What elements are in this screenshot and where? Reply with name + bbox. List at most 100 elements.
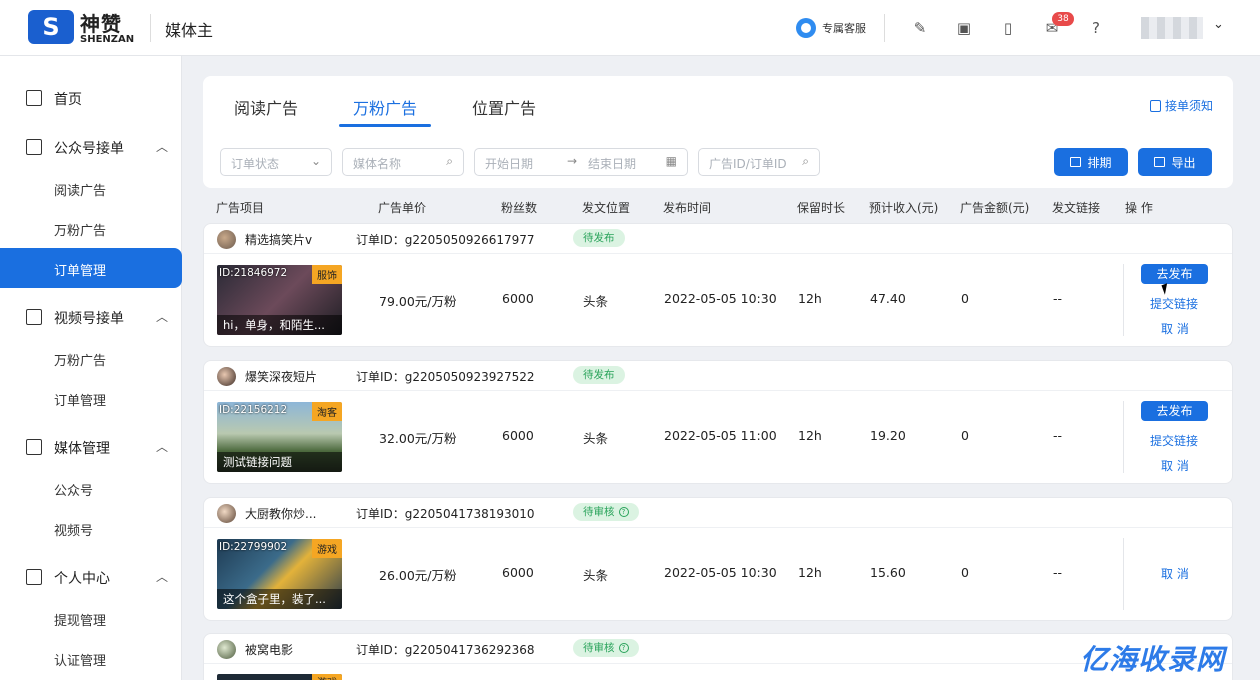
chevron-up-icon: ︿	[156, 440, 169, 454]
sidebar-item-read-ads[interactable]: 阅读广告	[0, 168, 182, 208]
est-income: 19.20	[870, 428, 906, 443]
tab-read-ads[interactable]: 阅读广告	[234, 95, 298, 119]
feather-icon[interactable]: ✎	[909, 17, 931, 39]
submit-link-button[interactable]: 提交链接	[1150, 295, 1198, 312]
sidebar-group-media[interactable]: 媒体管理 ︿	[0, 427, 182, 467]
date-range-picker[interactable]: 开始日期 → 结束日期 ▦	[474, 148, 688, 176]
ad-category-tag: 游戏	[312, 674, 342, 680]
sidebar-item-label: 阅读广告	[54, 184, 107, 199]
sidebar-item-label: 订单管理	[54, 264, 107, 279]
watermark: 亿海收录网	[1080, 643, 1226, 676]
support-link[interactable]: 专属客服	[796, 18, 866, 38]
header-divider-2	[884, 14, 885, 42]
order-notice-link[interactable]: 接单须知	[1150, 97, 1213, 114]
publish-button[interactable]: 去发布	[1141, 401, 1208, 421]
sidebar-item-withdraw[interactable]: 提现管理	[0, 598, 182, 638]
sidebar-group-personal[interactable]: 个人中心 ︿	[0, 557, 182, 597]
sidebar: 首页 公众号接单 ︿ 阅读广告 万粉广告 订单管理 视频号接单 ︿ 万粉广告 订…	[0, 56, 182, 680]
ad-caption: 这个盒子里，装了...	[217, 589, 342, 609]
ad-id: ID:22799902	[219, 541, 288, 553]
sidebar-item-home[interactable]: 首页	[0, 78, 182, 118]
ad-thumbnail[interactable]: ID:22799902 游戏 这个盒子里，装了...	[217, 539, 342, 609]
col-ad-amount: 广告金额(元)	[960, 201, 1030, 215]
sidebar-item-label: 公众号接单	[54, 141, 124, 157]
fans-count: 6000	[502, 291, 534, 306]
schedule-button[interactable]: 排期	[1054, 148, 1128, 176]
publish-button[interactable]: 去发布	[1141, 264, 1208, 284]
person-icon	[26, 569, 42, 585]
col-position: 发文位置	[582, 201, 631, 215]
export-button[interactable]: 导出	[1138, 148, 1212, 176]
actions-divider	[1123, 538, 1124, 610]
order-card: 爆笑深夜短片 订单ID：g2205050923927522 待发布 ID:221…	[203, 360, 1233, 484]
sidebar-item-verify[interactable]: 认证管理	[0, 638, 182, 678]
help-icon[interactable]: ?	[1085, 17, 1107, 39]
post-link: --	[1053, 428, 1063, 443]
cancel-button[interactable]: 取 消	[1161, 565, 1189, 582]
account-avatar	[217, 367, 236, 386]
sidebar-item-label: 媒体管理	[54, 441, 110, 457]
est-income: 15.60	[870, 565, 906, 580]
submit-link-button[interactable]: 提交链接	[1150, 432, 1198, 449]
account-name[interactable]: 被窝电影	[245, 641, 293, 658]
col-retain: 保留时长	[797, 201, 846, 215]
col-publish-time: 发布时间	[663, 201, 712, 215]
unit-price: 79.00元/万粉	[379, 294, 457, 309]
brand-name-en: SHENZAN	[80, 34, 135, 45]
cancel-button[interactable]: 取 消	[1161, 457, 1189, 474]
sidebar-item-video-fans-ads[interactable]: 万粉广告	[0, 338, 182, 378]
chevron-down-icon: ⌄	[310, 154, 321, 168]
ad-thumbnail[interactable]: 游戏	[217, 674, 342, 680]
order-card-header: 精选搞笑片v 订单ID：g2205050926617977 待发布	[204, 224, 1232, 254]
table-header: 广告项目 广告单价 粉丝数 发文位置 发布时间 保留时长 预计收入(元) 广告金…	[203, 192, 1233, 220]
tab-fans-ads[interactable]: 万粉广告	[353, 95, 417, 119]
order-card-header: 被窝电影 订单ID：g2205041736292368 待审核?	[204, 634, 1232, 664]
order-status-select[interactable]: 订单状态 ⌄	[220, 148, 332, 176]
sidebar-item-fans-ads[interactable]: 万粉广告	[0, 208, 182, 248]
media-name-input[interactable]: 媒体名称 ⌕	[342, 148, 464, 176]
sidebar-group-wechat-orders[interactable]: 公众号接单 ︿	[0, 127, 182, 167]
ad-order-id-input[interactable]: 广告ID/订单ID ⌕	[698, 148, 820, 176]
order-id: 订单ID：g2205041736292368	[356, 643, 535, 657]
user-avatar[interactable]	[1141, 17, 1203, 39]
shenzan-logo[interactable]: S	[28, 10, 74, 44]
ad-amount: 0	[961, 428, 969, 443]
chevron-down-icon[interactable]: ⌄	[1213, 17, 1224, 32]
sidebar-item-order-manage[interactable]: 订单管理	[0, 248, 182, 288]
ad-thumbnail[interactable]: ID:22156212 淘客 测试链接问题	[217, 402, 342, 472]
account-name[interactable]: 大厨教你炒...	[245, 505, 316, 522]
retain-duration: 12h	[798, 565, 822, 580]
post-position: 头条	[583, 294, 609, 309]
publish-time: 2022-05-05 11:00	[664, 428, 777, 443]
order-status-placeholder: 订单状态	[231, 157, 280, 171]
ad-thumbnail[interactable]: ID:21846972 服饰 hi，单身，和陌生...	[217, 265, 342, 335]
account-name[interactable]: 精选搞笑片v	[245, 231, 312, 248]
publish-time: 2022-05-05 10:30	[664, 291, 777, 306]
ad-caption: hi，单身，和陌生...	[217, 315, 342, 335]
tab-position-ads[interactable]: 位置广告	[472, 95, 536, 119]
help-circle-icon[interactable]: ?	[618, 507, 629, 517]
sidebar-item-label: 万粉广告	[54, 224, 107, 239]
col-unit-price: 广告单价	[378, 201, 427, 215]
post-position: 头条	[583, 431, 609, 446]
help-circle-icon[interactable]: ?	[618, 643, 629, 653]
sidebar-item-label: 认证管理	[54, 654, 107, 669]
sidebar-item-label: 订单管理	[54, 394, 107, 409]
sidebar-group-video-orders[interactable]: 视频号接单 ︿	[0, 297, 182, 337]
sidebar-item-video-account[interactable]: 视频号	[0, 508, 182, 548]
status-badge: 待发布	[573, 229, 625, 247]
order-card-header: 大厨教你炒... 订单ID：g2205041738193010 待审核?	[204, 498, 1232, 528]
building-icon	[26, 139, 42, 155]
cancel-button[interactable]: 取 消	[1161, 320, 1189, 337]
ad-caption: 测试链接问题	[217, 452, 342, 472]
ad-category-tag: 游戏	[312, 539, 342, 558]
sidebar-item-official-account[interactable]: 公众号	[0, 468, 182, 508]
tablet-icon[interactable]: ▯	[997, 17, 1019, 39]
account-name[interactable]: 爆笑深夜短片	[245, 368, 317, 385]
calendar-icon	[1070, 157, 1082, 167]
calendar-points-icon[interactable]: ▣	[953, 17, 975, 39]
sidebar-item-video-order-manage[interactable]: 订单管理	[0, 378, 182, 418]
export-label: 导出	[1171, 155, 1196, 170]
document-icon	[1150, 99, 1161, 112]
unit-price: 32.00元/万粉	[379, 431, 457, 446]
